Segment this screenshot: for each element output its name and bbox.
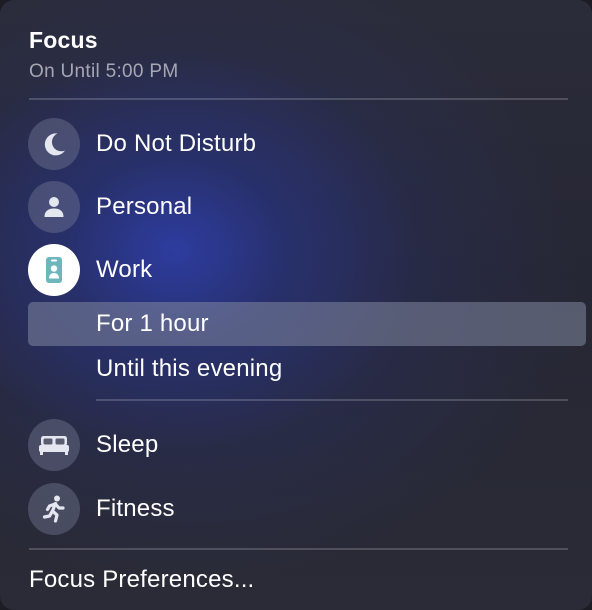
focus-mode-label: Fitness (96, 495, 175, 522)
sleep-icon-circle (28, 419, 80, 471)
work-option-for-1-hour[interactable]: For 1 hour (28, 302, 586, 346)
personal-icon-circle (28, 181, 80, 233)
bed-icon (39, 436, 69, 455)
focus-menu-panel: Focus On Until 5:00 PM Do Not Disturb Pe… (0, 0, 592, 610)
focus-status-text: On Until 5:00 PM (29, 61, 179, 82)
focus-mode-sleep[interactable]: Sleep (28, 419, 158, 471)
focus-mode-label: Work (96, 256, 153, 283)
work-icon-circle (28, 244, 80, 296)
person-icon (44, 197, 64, 217)
menu-title: Focus (29, 27, 98, 53)
focus-mode-label: Do Not Disturb (96, 130, 257, 157)
focus-mode-label: Sleep (96, 431, 159, 458)
footer-divider (29, 548, 568, 550)
work-option-until-this-evening[interactable]: Until this evening (28, 347, 586, 391)
moon-icon (44, 133, 65, 156)
running-figure-icon (42, 495, 65, 523)
focus-mode-work[interactable]: Work (28, 244, 152, 296)
header-divider (29, 98, 568, 100)
submenu-divider (96, 399, 568, 401)
id-badge-icon (46, 257, 62, 283)
fitness-icon-circle (28, 483, 80, 535)
focus-mode-fitness[interactable]: Fitness (28, 483, 175, 535)
do-not-disturb-icon-circle (28, 118, 80, 170)
focus-mode-label: Personal (96, 193, 193, 220)
focus-preferences-menu-item[interactable]: Focus Preferences... (29, 566, 254, 594)
focus-mode-personal[interactable]: Personal (28, 181, 192, 233)
focus-mode-do-not-disturb[interactable]: Do Not Disturb (28, 118, 256, 170)
